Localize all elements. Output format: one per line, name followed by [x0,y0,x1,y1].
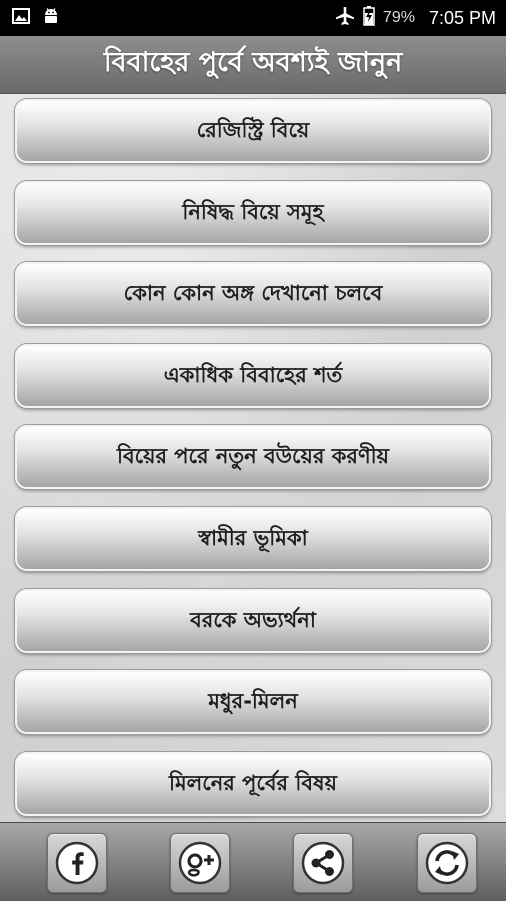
android-icon [42,7,60,30]
menu-item-sweet-union[interactable]: মধুর-মিলন [15,670,491,734]
status-left [12,7,60,30]
menu-item-registry-marriage[interactable]: রেজিস্ট্রি বিয়ে [15,99,491,163]
airplane-mode-icon [335,6,355,31]
menu-item-husband-role[interactable]: স্বামীর ভূমিকা [15,507,491,571]
menu-item-label: মিলনের পূর্বের বিষয় [168,770,338,795]
menu-item-label: স্বামীর ভূমিকা [198,525,308,550]
page-title: বিবাহের পুর্বে অবশ্যই জানুন [103,47,403,78]
menu-item-visible-body-parts[interactable]: কোন কোন অঙ্গ দেখানো চলবে [15,262,491,326]
google-plus-icon [178,841,222,885]
menu-item-label: বিয়ের পরে নতুন বউয়ের করণীয় [116,443,390,468]
share-icon [301,841,345,885]
menu-item-new-bride-duties[interactable]: বিয়ের পরে নতুন বউয়ের করণীয় [15,425,491,489]
menu-item-label: একাধিক বিবাহের শর্ত [163,362,343,387]
menu-item-label: বরকে অভ্যর্থনা [190,607,316,632]
menu-item-label: নিষিদ্ধ বিয়ে সমূহ [182,199,324,224]
facebook-icon [55,841,99,885]
facebook-button[interactable] [47,833,107,893]
menu-item-before-union[interactable]: মিলনের পূর্বের বিষয় [15,752,491,816]
menu-item-label: রেজিস্ট্রি বিয়ে [196,117,310,142]
refresh-icon [425,841,469,885]
menu-item-label: কোন কোন অঙ্গ দেখানো চলবে [123,280,383,305]
menu-item-label: মধুর-মিলন [208,688,298,713]
google-plus-button[interactable] [170,833,230,893]
menu-content[interactable]: রেজিস্ট্রি বিয়ে নিষিদ্ধ বিয়ে সমূহ কোন … [0,94,506,822]
menu-item-groom-welcome[interactable]: বরকে অভ্যর্থনা [15,589,491,653]
title-bar: বিবাহের পুর্বে অবশ্যই জানুন [0,36,506,94]
clock-time: 7:05 PM [428,7,496,28]
share-button[interactable] [293,833,353,893]
image-icon [12,7,30,29]
battery-percent: 79% [382,9,415,26]
menu-item-multiple-marriage-conditions[interactable]: একাধিক বিবাহের শর্ত [15,344,491,408]
menu-item-forbidden-marriages[interactable]: নিষিদ্ধ বিয়ে সমূহ [15,181,491,245]
battery-charging-icon [363,5,375,31]
status-bar: 79% 7:05 PM [0,0,506,36]
bottom-action-bar [0,822,506,901]
status-right: 79% 7:05 PM [335,5,496,31]
refresh-button[interactable] [417,833,477,893]
